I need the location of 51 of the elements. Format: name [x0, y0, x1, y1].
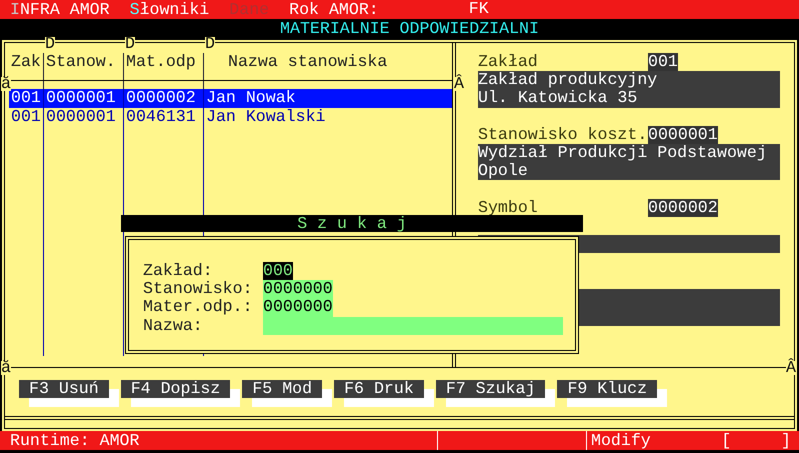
table-cell-text: Jan Nowak	[205, 89, 297, 108]
table-cell: 001	[9, 108, 44, 126]
dialog-title: S z u k a j	[297, 215, 407, 232]
input-field[interactable]	[263, 316, 563, 335]
field-value: 0000001	[648, 126, 718, 144]
table-row[interactable]: 001 0000001 0000002 Jan Nowak	[9, 89, 452, 108]
field-label: Symbol	[478, 198, 539, 217]
input-field[interactable]: 0000000	[263, 298, 333, 317]
column-mark: D	[205, 37, 215, 51]
column-header: Zak	[9, 53, 44, 72]
text-line: Ul. Katowicka 35	[478, 89, 638, 108]
frame-mark: ă	[1, 361, 11, 375]
input-field[interactable]: 000	[263, 262, 293, 280]
table-cell: 0000001	[44, 89, 124, 108]
window-title: MATERIALNIE ODPOWIEDZIALNI	[279, 19, 539, 38]
table-cell: 0046131	[124, 108, 204, 126]
menu-item[interactable]: Rok AMOR:	[289, 0, 379, 19]
year-value: FK	[468, 0, 489, 19]
field-label: Nazwa:	[143, 316, 204, 335]
text-line: Opole	[478, 162, 529, 180]
field-label: Mater.odp.:	[143, 298, 254, 317]
field-value: 0000002	[648, 198, 718, 217]
column-header: Stanow.	[44, 53, 124, 72]
field-label: Zakład	[478, 53, 539, 72]
column-header: Mat.odp	[124, 53, 204, 72]
function-key-button[interactable]: F3 Usuń	[19, 380, 109, 398]
function-key-button[interactable]: F7 Szukaj	[436, 380, 546, 398]
status-text: Runtime: AMOR	[10, 431, 140, 450]
text-line: Zakład produkcyjny	[478, 71, 658, 90]
table-cell: 0000001	[44, 108, 124, 126]
function-key-button[interactable]: F5 Mod	[242, 380, 322, 398]
menu-item[interactable]: Słowniki	[130, 0, 210, 19]
field-value: 001	[648, 53, 678, 72]
field-label: Stanowisko koszt.	[478, 126, 648, 144]
function-key-button[interactable]: F6 Druk	[334, 380, 424, 398]
function-key-button[interactable]: F4 Dopisz	[120, 380, 230, 398]
frame-mark: ă	[1, 77, 11, 91]
field-label: Stanowisko:	[143, 280, 254, 298]
table-row[interactable]: 001 0000001 0046131 Jan Kowalski	[9, 108, 452, 126]
text-line: Wydział Produkcji Podstawowej	[478, 144, 768, 162]
function-key-button[interactable]: F9 Klucz	[557, 380, 658, 398]
table-cell: 0000002	[124, 89, 204, 108]
table-cell-text: Jan Kowalski	[205, 108, 326, 126]
field-label: Zakład:	[143, 262, 214, 280]
column-mark: D	[125, 37, 135, 51]
indicator-text: [ ]	[721, 431, 791, 450]
column-mark: D	[45, 37, 55, 51]
column-header: Nazwa stanowiska	[227, 53, 388, 72]
mode-text: Modify	[591, 431, 651, 450]
input-field[interactable]: 0000000	[263, 280, 333, 298]
menu-item[interactable]: INFRA AMOR	[10, 0, 110, 19]
